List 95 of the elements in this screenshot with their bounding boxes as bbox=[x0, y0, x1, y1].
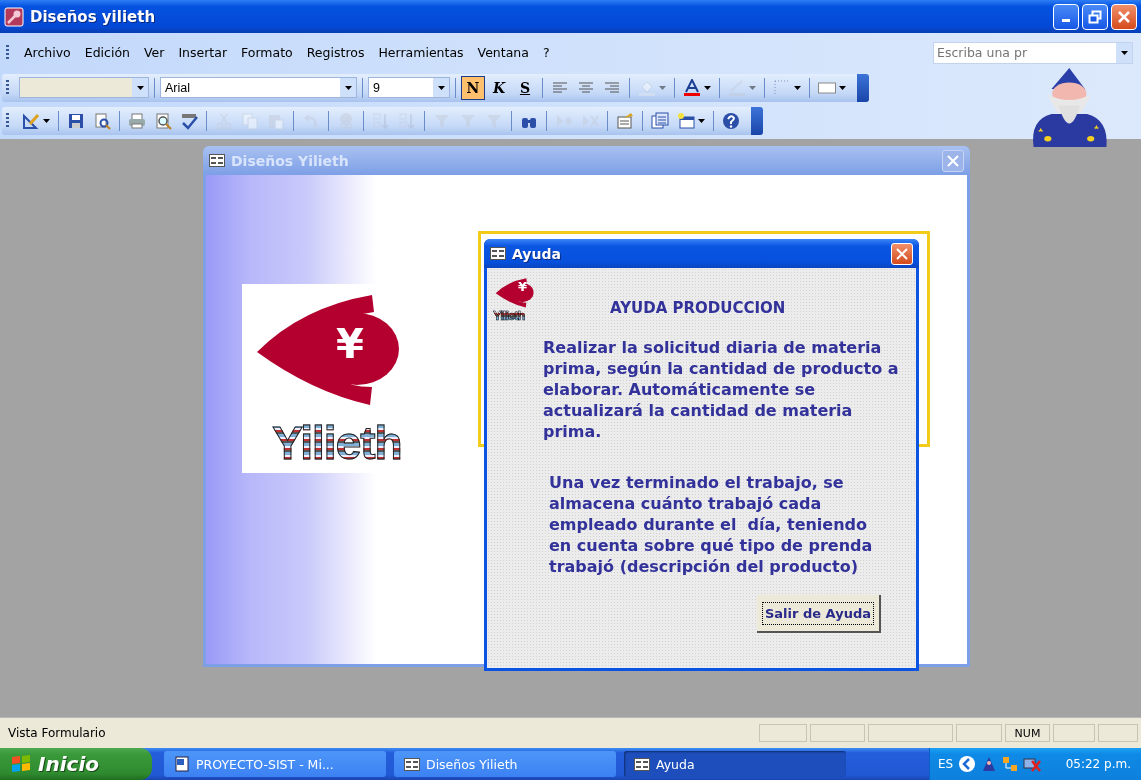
windows-flag-icon bbox=[10, 754, 32, 774]
clock-text: 05:22 p.m. bbox=[1065, 757, 1131, 771]
num-lock-indicator: NUM bbox=[1005, 724, 1050, 742]
text-style-button[interactable]: K bbox=[487, 75, 511, 100]
line-color-icon bbox=[728, 78, 746, 97]
sort-ascending-icon bbox=[372, 112, 390, 130]
menu-item[interactable]: Ver bbox=[136, 42, 172, 63]
filter-selection-icon bbox=[433, 112, 451, 130]
exit-help-button[interactable]: Salir de Ayuda bbox=[756, 595, 881, 633]
status-pane bbox=[956, 724, 1002, 742]
database-window-icon bbox=[651, 112, 669, 130]
form-icon bbox=[634, 757, 650, 771]
copy-icon bbox=[241, 112, 259, 130]
caret-icon bbox=[749, 85, 756, 90]
paste-icon bbox=[267, 112, 285, 130]
close-icon bbox=[947, 154, 959, 167]
form-icon bbox=[209, 154, 225, 167]
restore-button[interactable] bbox=[1082, 3, 1108, 30]
form-icon bbox=[490, 247, 506, 260]
menu-item[interactable]: Formato bbox=[234, 42, 300, 63]
filter-form-icon bbox=[459, 112, 477, 130]
key-icon bbox=[4, 6, 24, 27]
filter-icon bbox=[485, 112, 503, 130]
document-icon bbox=[174, 756, 190, 772]
caret-icon bbox=[1120, 50, 1128, 55]
chevron-left-icon[interactable] bbox=[958, 755, 977, 773]
help-question-field[interactable]: Escriba una pr bbox=[934, 44, 1116, 61]
text-style-button[interactable]: S bbox=[513, 75, 537, 100]
status-text: Vista Formulario bbox=[8, 726, 107, 740]
hyperlink-icon bbox=[337, 112, 355, 130]
status-pane bbox=[1098, 724, 1138, 742]
minimize-button[interactable] bbox=[1053, 3, 1079, 30]
caret-icon bbox=[698, 119, 705, 123]
menu-item[interactable]: Registros bbox=[299, 42, 372, 63]
file-search-icon bbox=[93, 112, 111, 130]
language-indicator[interactable]: ES bbox=[938, 757, 954, 771]
status-pane bbox=[810, 724, 865, 742]
border-icon bbox=[773, 78, 791, 97]
logo-symbol: ¥ bbox=[336, 321, 364, 367]
caret-icon bbox=[437, 85, 445, 90]
logo-wordmark: Yilieth bbox=[493, 308, 525, 323]
font-color-icon bbox=[683, 78, 701, 97]
new-object-icon bbox=[677, 112, 695, 130]
menu-item[interactable]: Archivo bbox=[17, 42, 78, 63]
network-icon[interactable] bbox=[1002, 756, 1019, 772]
text-style-button[interactable]: N bbox=[461, 75, 485, 100]
caret-icon bbox=[794, 85, 801, 90]
form-icon bbox=[404, 757, 420, 771]
status-pane bbox=[759, 724, 807, 742]
window-title: Diseños yilieth bbox=[30, 7, 157, 26]
menu-item[interactable]: Herramientas bbox=[371, 42, 471, 63]
restore-icon bbox=[1088, 9, 1102, 24]
taskbar-button[interactable]: Ayuda bbox=[624, 751, 846, 777]
caret-icon bbox=[344, 85, 352, 90]
font-dropdown[interactable]: Arial bbox=[160, 77, 357, 98]
close-icon bbox=[896, 247, 908, 260]
dialog-title: Ayuda bbox=[512, 245, 562, 262]
cut-icon bbox=[215, 112, 233, 130]
status-pane bbox=[1053, 724, 1095, 742]
caret-icon bbox=[43, 119, 50, 123]
menu-item[interactable]: Edición bbox=[77, 42, 137, 63]
caret-icon bbox=[704, 85, 711, 90]
print-icon bbox=[128, 112, 146, 130]
new-record-icon bbox=[555, 112, 573, 130]
caret-icon bbox=[659, 85, 666, 90]
delete-record-icon bbox=[581, 112, 599, 130]
help-paragraph: Realizar la solicitud diaria de materia prima, según la cantidad de producto a elaborar. Automáticamente se actualizará la cantidad de materia prima. bbox=[543, 337, 900, 442]
toolbar-options-button[interactable] bbox=[857, 73, 869, 102]
view-design-icon bbox=[22, 112, 40, 130]
save-icon bbox=[67, 112, 85, 130]
wizard-tray-icon[interactable] bbox=[981, 756, 998, 772]
sort-descending-icon bbox=[398, 112, 416, 130]
menu-item[interactable]: Ventana bbox=[470, 42, 536, 63]
font-size-dropdown[interactable]: 9 bbox=[368, 77, 450, 98]
spelling-icon bbox=[180, 112, 198, 130]
help-paragraph: Una vez terminado el trabajo, se almacena cuánto trabajó cada empleado durante el día, teniendo en cuenta sobre qué tipo de prenda trabajó (descripción del producto) bbox=[549, 472, 874, 577]
caret-icon bbox=[839, 85, 846, 90]
minimize-icon bbox=[1062, 19, 1070, 22]
logo-symbol: ¥ bbox=[518, 279, 528, 294]
close-button[interactable] bbox=[942, 149, 964, 172]
object-dropdown[interactable] bbox=[19, 77, 149, 98]
help-icon bbox=[722, 112, 740, 130]
menu-item[interactable]: Insertar bbox=[171, 42, 235, 63]
caret-icon bbox=[136, 85, 144, 90]
properties-icon bbox=[616, 112, 634, 130]
start-button[interactable]: Inicio bbox=[0, 748, 152, 780]
form-window-title: Diseños Yilieth bbox=[231, 152, 350, 169]
undo-icon bbox=[302, 112, 320, 130]
print-preview-icon bbox=[154, 112, 172, 130]
close-icon bbox=[1117, 9, 1131, 24]
menu-item[interactable]: ? bbox=[535, 42, 557, 63]
disconnected-network-icon[interactable] bbox=[1023, 756, 1042, 772]
dropdown-button[interactable] bbox=[1116, 42, 1132, 63]
help-heading: AYUDA PRODUCCION bbox=[610, 299, 786, 317]
help-question-box[interactable]: Escriba una pr bbox=[933, 41, 1133, 64]
